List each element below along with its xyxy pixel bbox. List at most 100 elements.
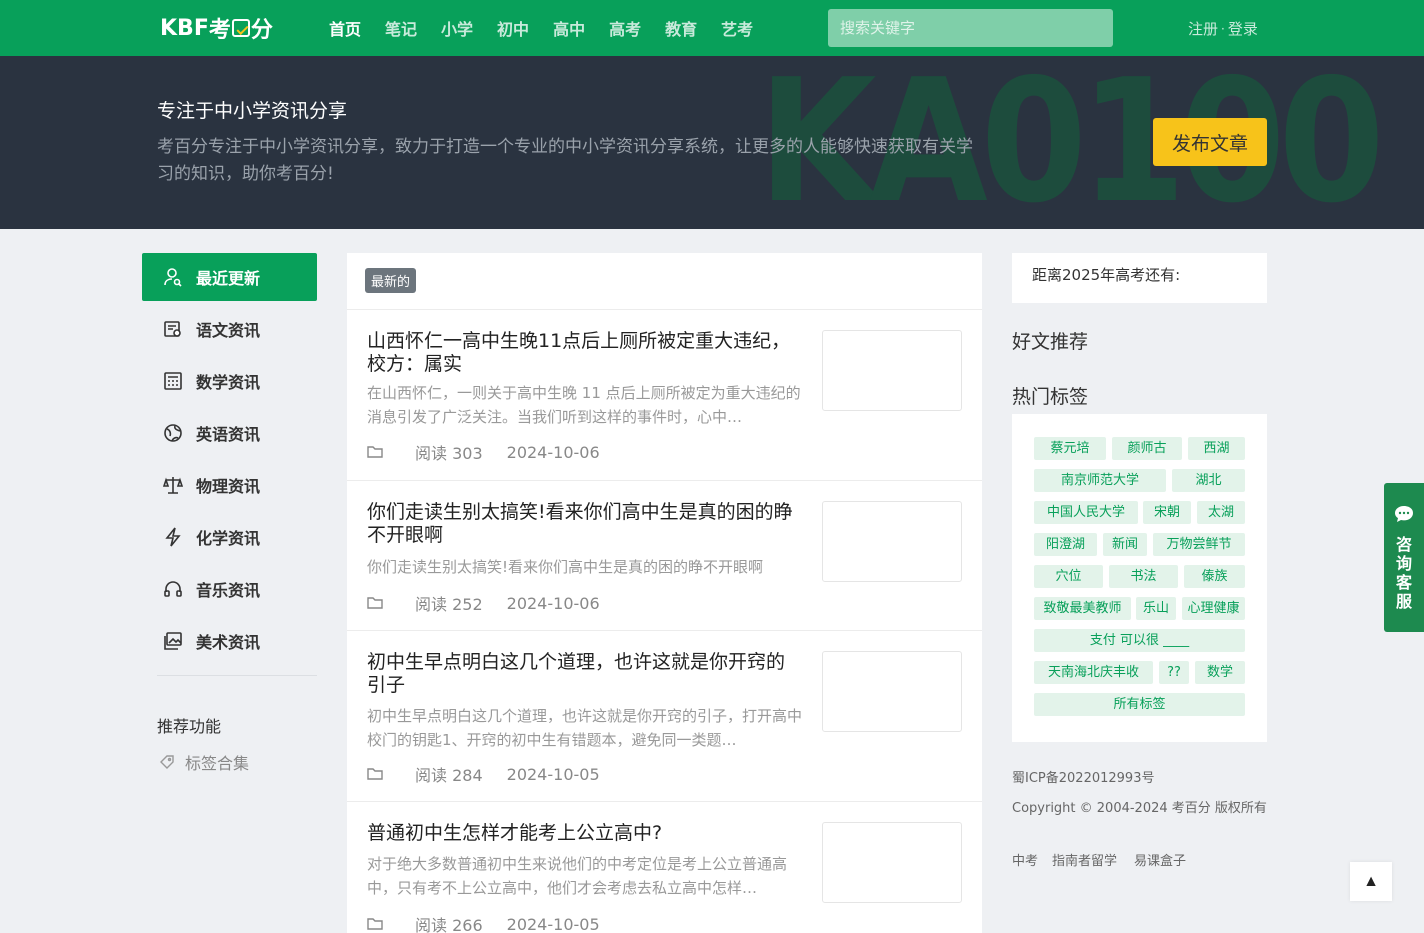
article-summary: 在山西怀仁，一则关于高中生晚 11 点后上厕所被定为重大违纪的消息引发了广泛关注… [367, 384, 801, 426]
nav-item-gaokao[interactable]: 高考 [609, 16, 641, 40]
nav-item-art[interactable]: 艺考 [721, 16, 753, 40]
tag-item[interactable]: 致敬最美教师 [1034, 597, 1131, 620]
tag-item[interactable]: 支付 可以很 ____ [1034, 629, 1245, 652]
sidebar-item-music[interactable]: 音乐资讯 [142, 565, 317, 613]
tag-item[interactable]: 穴位 [1034, 565, 1103, 588]
tag-item[interactable]: 宋朝 [1143, 501, 1191, 524]
publish-date: 2024-10-05 [506, 764, 600, 784]
tag-collection-link[interactable]: 标签合集 [159, 750, 249, 774]
friend-link[interactable]: 中考 [1012, 850, 1038, 869]
publish-date: 2024-10-06 [506, 442, 600, 462]
article-title[interactable]: 普通初中生怎样才能考上公立高中? [367, 822, 797, 845]
hot-tags-box: 蔡元培 颜师古 西湖 南京师范大学 湖北 中国人民大学 宋朝 太湖 阳澄湖 新闻… [1012, 414, 1267, 742]
nav-item-senior[interactable]: 高中 [553, 16, 585, 40]
register-link[interactable]: 注册 [1188, 18, 1218, 39]
article-thumbnail[interactable] [822, 330, 962, 411]
back-to-top-button[interactable]: ▲ [1350, 862, 1392, 901]
article-meta: 阅读 284 2024-10-05 [367, 762, 600, 786]
logo-text-mid: 考 [208, 18, 231, 43]
icp-number[interactable]: 蜀ICP备2022012993号 [1012, 767, 1154, 786]
nav-item-home[interactable]: 首页 [329, 16, 361, 40]
article-summary: 初中生早点明白这几个道理，也许这就是你开窍的引子，打开高中校门的钥匙1、开窍的初… [367, 707, 802, 749]
nav-item-notes[interactable]: 笔记 [385, 16, 417, 40]
sidebar-item-label: 数学资讯 [196, 373, 261, 392]
publish-date: 2024-10-06 [506, 593, 600, 613]
book-icon [162, 318, 184, 340]
recommend-title: 推荐功能 [157, 717, 222, 736]
nav-item-primary[interactable]: 小学 [441, 16, 473, 40]
tag-item[interactable]: 中国人民大学 [1034, 501, 1138, 524]
publish-date: 2024-10-05 [506, 914, 600, 933]
article-summary: 你们走读生别太搞笑!看来你们高中生是真的困的睁不开眼啊 [367, 558, 764, 576]
category-sidebar: 最近更新 语文资讯 数学资讯 英语资讯 物理资讯 化学资讯 音乐资讯 美术资讯 [142, 253, 317, 676]
site-logo[interactable]: KBF 考 分 [160, 13, 273, 44]
tag-item[interactable]: 阳澄湖 [1034, 533, 1097, 556]
logo-text-left: KBF [160, 15, 209, 41]
article-meta: 阅读 252 2024-10-06 [367, 591, 600, 615]
sidebar-item-label: 语文资讯 [196, 321, 261, 340]
service-char: 咨 [1395, 535, 1412, 554]
globe-icon [162, 422, 184, 444]
article-list: 最新的 山西怀仁一高中生晚11点后上厕所被定重大违纪，校方：属实 在山西怀仁，一… [347, 253, 982, 933]
hero-banner: KA0100 专注于中小学资讯分享 考百分专注于中小学资讯分享，致力于打造一个专… [0, 56, 1424, 229]
search-input[interactable] [828, 9, 1113, 47]
sidebar-item-label: 音乐资讯 [196, 581, 261, 600]
headphones-icon [162, 578, 184, 600]
read-count: 阅读 252 [415, 595, 483, 614]
tag-item[interactable]: 蔡元培 [1034, 437, 1106, 460]
tag-item[interactable]: 湖北 [1172, 469, 1245, 492]
scale-icon [162, 474, 184, 496]
latest-badge: 最新的 [365, 268, 417, 293]
friend-link[interactable]: 指南者留学 [1052, 850, 1117, 869]
tag-item[interactable]: 南京师范大学 [1034, 469, 1166, 492]
auth-separator: · [1221, 21, 1225, 36]
service-char: 询 [1395, 554, 1412, 573]
list-item[interactable]: 你们走读生别太搞笑!看来你们高中生是真的困的睁不开眼啊 你们走读生别太搞笑!看来… [347, 481, 982, 631]
article-thumbnail[interactable] [822, 501, 962, 582]
tag-item[interactable]: 新闻 [1103, 533, 1147, 556]
nav-item-education[interactable]: 教育 [665, 16, 697, 40]
tag-item[interactable]: 太湖 [1197, 501, 1245, 524]
customer-service-button[interactable]: 咨 询 客 服 [1384, 483, 1424, 632]
list-item[interactable]: 普通初中生怎样才能考上公立高中? 对于绝大多数普通初中生来说他们的中考定位是考上… [347, 802, 982, 933]
login-link[interactable]: 登录 [1228, 18, 1258, 39]
logo-text-right: 分 [250, 18, 273, 43]
article-title[interactable]: 初中生早点明白这几个道理，也许这就是你开窍的引子 [367, 651, 797, 697]
nav-item-junior[interactable]: 初中 [497, 16, 529, 40]
article-title[interactable]: 山西怀仁一高中生晚11点后上厕所被定重大违纪，校方：属实 [367, 330, 797, 376]
tag-item[interactable]: 数学 [1195, 661, 1245, 684]
hot-tags-title: 热门标签 [1012, 386, 1089, 408]
folder-icon [367, 596, 383, 610]
article-meta: 阅读 266 2024-10-05 [367, 912, 600, 933]
top-navbar: KBF 考 分 首页 笔记 小学 初中 高中 高考 教育 艺考 注册 · 登录 [0, 0, 1424, 56]
tag-item[interactable]: 天南海北庆丰收 [1034, 661, 1153, 684]
sidebar-item-art[interactable]: 美术资讯 [142, 617, 317, 665]
image-icon [162, 630, 184, 652]
tag-item[interactable]: ?? [1159, 661, 1189, 684]
read-count: 阅读 266 [415, 916, 483, 933]
list-item[interactable]: 山西怀仁一高中生晚11点后上厕所被定重大违纪，校方：属实 在山西怀仁，一则关于高… [347, 310, 982, 481]
all-tags-link[interactable]: 所有标签 [1034, 693, 1245, 716]
tag-item[interactable]: 傣族 [1184, 565, 1245, 588]
sidebar-item-chinese[interactable]: 语文资讯 [142, 305, 317, 353]
tag-item[interactable]: 乐山 [1136, 597, 1176, 620]
article-thumbnail[interactable] [822, 651, 962, 732]
sidebar-item-physics[interactable]: 物理资讯 [142, 461, 317, 509]
sidebar-item-chemistry[interactable]: 化学资讯 [142, 513, 317, 561]
tag-item[interactable]: 颜师古 [1112, 437, 1182, 460]
copyright-text: Copyright © 2004-2024 考百分 版权所有 [1012, 801, 1267, 816]
main-nav: 首页 笔记 小学 初中 高中 高考 教育 艺考 [329, 0, 777, 56]
tag-item[interactable]: 西湖 [1188, 437, 1245, 460]
list-item[interactable]: 初中生早点明白这几个道理，也许这就是你开窍的引子 初中生早点明白这几个道理，也许… [347, 631, 982, 802]
good-articles-title: 好文推荐 [1012, 331, 1089, 353]
article-title[interactable]: 你们走读生别太搞笑!看来你们高中生是真的困的睁不开眼啊 [367, 501, 797, 547]
tag-item[interactable]: 心理健康 [1182, 597, 1245, 620]
sidebar-item-english[interactable]: 英语资讯 [142, 409, 317, 457]
article-thumbnail[interactable] [822, 822, 962, 903]
friend-link[interactable]: 易课盒子 [1134, 850, 1186, 869]
sidebar-item-latest[interactable]: 最近更新 [142, 253, 317, 301]
sidebar-item-math[interactable]: 数学资讯 [142, 357, 317, 405]
publish-article-button[interactable]: 发布文章 [1153, 118, 1267, 166]
tag-item[interactable]: 万物尝鲜节 [1153, 533, 1245, 556]
tag-item[interactable]: 书法 [1109, 565, 1178, 588]
